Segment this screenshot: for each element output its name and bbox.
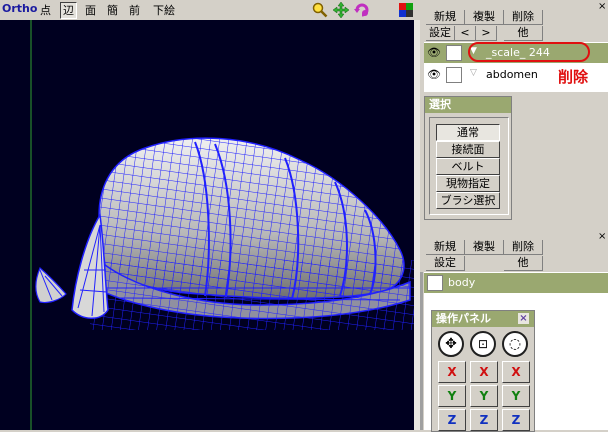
operation-panel: 操作パネル × ✥ ⊡ ◌ X X X Y Y Y Z Z Z	[431, 310, 535, 432]
delete-annotation: 削除	[558, 68, 589, 86]
collapsed-triangle-icon[interactable]: ▽	[470, 68, 477, 78]
move-arrows-icon[interactable]: ✥	[438, 331, 464, 357]
select-connected-button[interactable]: 接続面	[436, 141, 500, 158]
close-icon[interactable]: ×	[598, 232, 606, 242]
move-x-button[interactable]: X	[438, 361, 466, 383]
close-icon[interactable]: ×	[598, 2, 606, 12]
move-z-button[interactable]: Z	[438, 409, 466, 431]
material-row[interactable]: body	[424, 273, 608, 293]
object-next-button[interactable]: >	[476, 26, 497, 41]
visibility-eye-icon[interactable]: 👁	[426, 45, 442, 61]
select-object-button[interactable]: 現物指定	[436, 175, 500, 192]
material-color-swatch[interactable]	[427, 275, 443, 291]
rotate-y-button[interactable]: Y	[502, 385, 530, 407]
edge-mode-button[interactable]: 辺	[60, 2, 77, 19]
rotate-icon[interactable]	[354, 2, 370, 18]
material-delete-button[interactable]: 削除	[504, 240, 543, 255]
rotate-z-button[interactable]: Z	[502, 409, 530, 431]
projection-mode-label[interactable]: Ortho	[2, 2, 37, 15]
object-duplicate-button[interactable]: 複製	[465, 10, 504, 25]
select-panel-title: 選択	[425, 97, 511, 113]
rotate-x-button[interactable]: X	[502, 361, 530, 383]
material-name: body	[448, 276, 476, 289]
move-y-button[interactable]: Y	[438, 385, 466, 407]
object-prev-button[interactable]: <	[455, 26, 476, 41]
color-palette-icon[interactable]	[398, 2, 414, 18]
panel-edge	[420, 272, 423, 430]
scale-box-icon[interactable]: ⊡	[470, 331, 496, 357]
zoom-icon[interactable]	[312, 2, 328, 18]
select-button-group: 通常 接続面 ベルト 現物指定 ブラシ選択	[429, 117, 509, 215]
front-mode-button[interactable]: 前	[126, 2, 143, 19]
lock-toggle[interactable]	[446, 67, 462, 83]
object-name: abdomen	[486, 68, 538, 81]
underlay-button[interactable]: 下絵	[150, 2, 178, 19]
annotation-circle	[468, 42, 590, 62]
select-belt-button[interactable]: ベルト	[436, 158, 500, 175]
lock-toggle[interactable]	[446, 45, 462, 61]
scale-z-button[interactable]: Z	[470, 409, 498, 431]
move-icon[interactable]	[332, 1, 350, 19]
select-panel: 選択 通常 接続面 ベルト 現物指定 ブラシ選択	[424, 96, 512, 220]
object-settings-button[interactable]: 設定	[426, 26, 455, 41]
face-mode-button[interactable]: 面	[82, 2, 99, 19]
object-other-button[interactable]: 他	[504, 26, 543, 41]
close-icon[interactable]: ×	[518, 313, 529, 324]
rotate-circle-icon[interactable]: ◌	[502, 331, 528, 357]
scale-x-button[interactable]: X	[470, 361, 498, 383]
scale-y-button[interactable]: Y	[470, 385, 498, 407]
material-settings-button[interactable]: 設定	[426, 256, 465, 271]
material-other-button[interactable]: 他	[504, 256, 543, 271]
material-new-button[interactable]: 新規	[426, 240, 465, 255]
select-brush-button[interactable]: ブラシ選択	[436, 192, 500, 209]
wireframe-mesh	[30, 20, 420, 430]
simple-mode-button[interactable]: 簡	[104, 2, 121, 19]
object-new-button[interactable]: 新規	[426, 10, 465, 25]
object-delete-button[interactable]: 削除	[504, 10, 543, 25]
select-normal-button[interactable]: 通常	[436, 124, 500, 141]
visibility-eye-icon[interactable]: 👁	[426, 67, 442, 83]
object-panel: × 新規 複製 削除 設定 < > 他 👁 ▼ _scale_ 244 👁 ▽ …	[420, 0, 608, 238]
top-toolbar: Ortho 点 辺 面 簡 前 下絵	[0, 0, 420, 20]
vertex-mode-button[interactable]: 点	[37, 2, 54, 19]
material-duplicate-button[interactable]: 複製	[465, 240, 504, 255]
3d-viewport[interactable]	[0, 20, 420, 430]
